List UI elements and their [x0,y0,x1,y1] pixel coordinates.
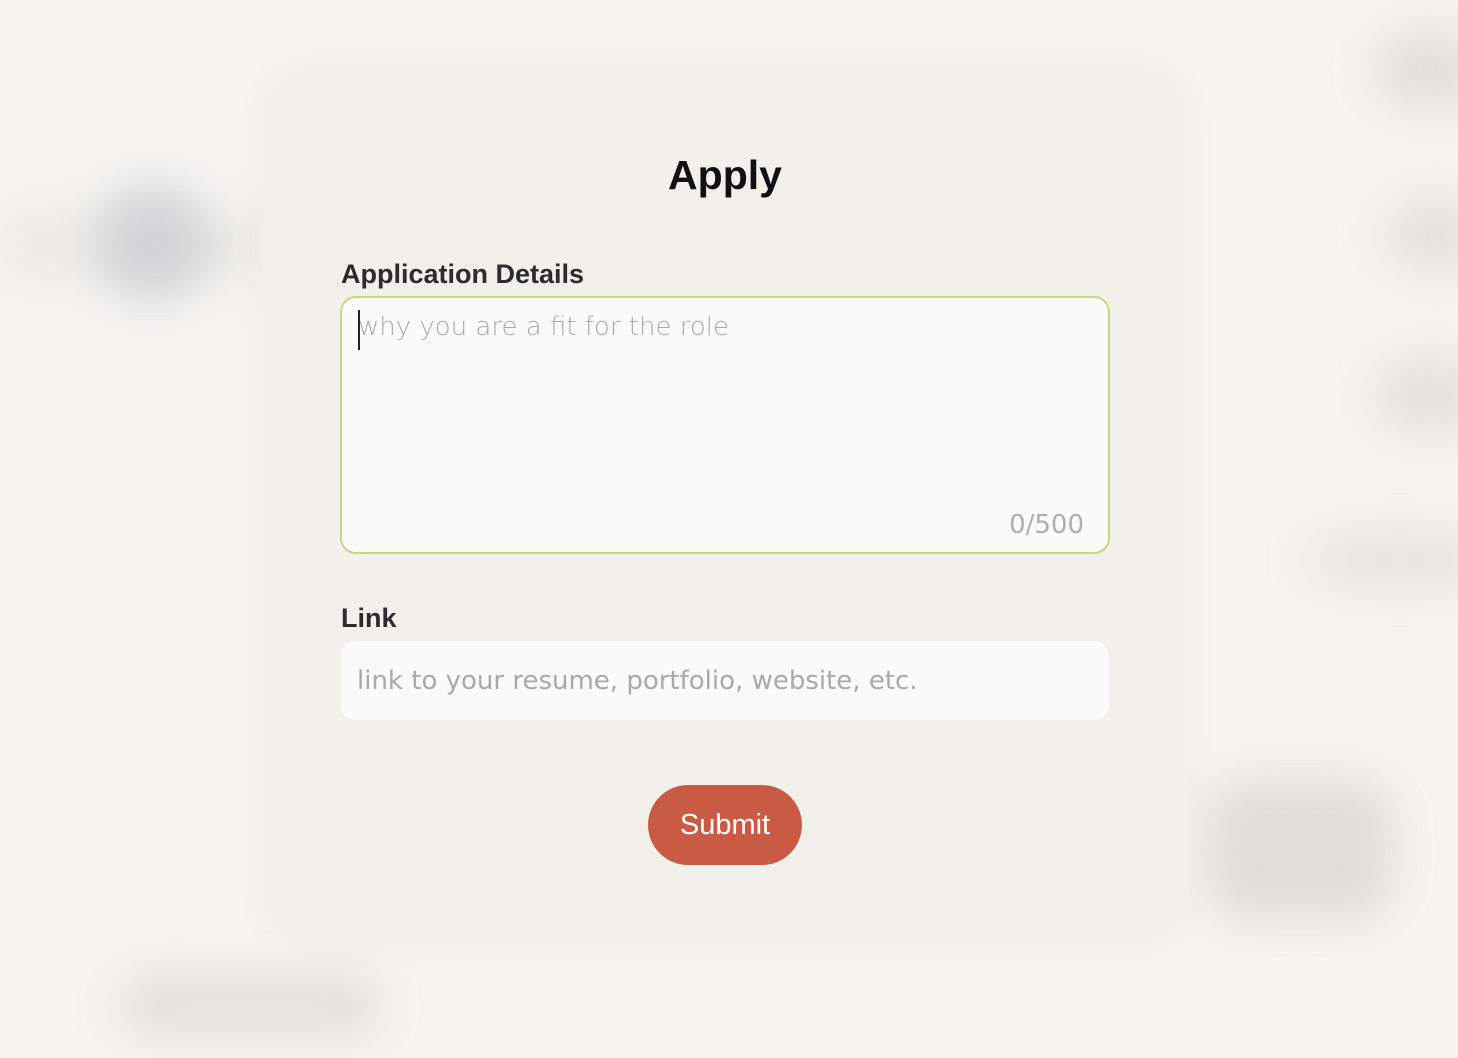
background-avatar-blur [95,185,210,300]
application-details-textarea[interactable] [342,298,1108,552]
background-blur-shape [120,975,380,1035]
submit-button[interactable]: Submit [648,785,802,865]
background-blur-shape [1300,530,1458,590]
application-details-field[interactable]: 0/500 [340,296,1110,554]
character-counter: 0/500 [1009,510,1084,540]
background-blur-shape [1205,780,1395,920]
link-input[interactable] [341,641,1109,720]
modal-title: Apply [668,152,782,198]
application-details-label: Application Details [341,259,585,289]
text-cursor [358,310,360,350]
link-label: Link [341,603,397,633]
apply-modal: Apply Application Details 0/500 Link Sub… [262,65,1188,945]
background-blur-shape [1370,355,1458,435]
background-blur-shape [1370,30,1458,110]
background-blur-shape [1380,195,1458,275]
